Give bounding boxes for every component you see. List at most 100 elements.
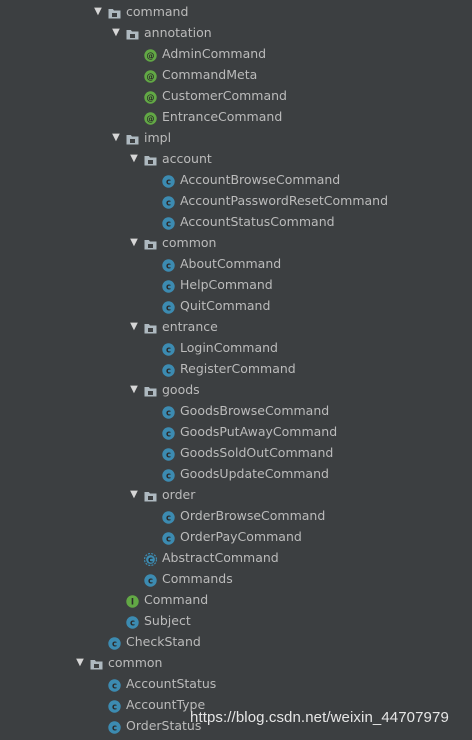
expand-arrow-icon[interactable]: ▼ [128, 232, 140, 253]
tree-item-label: AccountBrowseCommand [180, 172, 341, 187]
tree-row-account[interactable]: ▼ account [0, 148, 472, 169]
svg-text:@: @ [147, 115, 155, 124]
svg-text:c: c [166, 367, 171, 377]
tree-item-label: OrderPayCommand [180, 529, 302, 544]
tree-item-label: annotation [144, 25, 212, 40]
expand-arrow-icon[interactable]: ▼ [128, 379, 140, 400]
tree-row-common[interactable]: ▼ common [0, 232, 472, 253]
tree-row-common[interactable]: ▼ common [0, 652, 472, 673]
tree-item-label: CustomerCommand [162, 88, 287, 103]
class-icon: c [162, 509, 175, 524]
tree-item-label: HelpCommand [180, 277, 273, 292]
expand-arrow-icon[interactable]: ▼ [110, 127, 122, 148]
tree-row-goods-sold-out-command[interactable]: c GoodsSoldOutCommand [0, 442, 472, 463]
svg-text:c: c [166, 472, 171, 482]
tree-row-goods-put-away-command[interactable]: c GoodsPutAwayCommand [0, 421, 472, 442]
tree-row-goods-browse-command[interactable]: c GoodsBrowseCommand [0, 400, 472, 421]
tree-row-subject[interactable]: c Subject [0, 610, 472, 631]
tree-row-quit-command[interactable]: c QuitCommand [0, 295, 472, 316]
class-icon: c [162, 530, 175, 545]
class-icon: c [108, 635, 121, 650]
tree-item-label: GoodsSoldOutCommand [180, 445, 334, 460]
tree-item-label: OrderBrowseCommand [180, 508, 326, 523]
tree-item-label: CommandMeta [162, 67, 258, 82]
tree-row-goods[interactable]: ▼ goods [0, 379, 472, 400]
svg-text:I: I [131, 598, 134, 608]
tree-row-login-command[interactable]: c LoginCommand [0, 337, 472, 358]
tree-item-label: goods [162, 382, 200, 397]
tree-row-about-command[interactable]: c AboutCommand [0, 253, 472, 274]
expand-arrow-icon[interactable]: ▼ [128, 148, 140, 169]
tree-row-check-stand[interactable]: c CheckStand [0, 631, 472, 652]
tree-row-help-command[interactable]: c HelpCommand [0, 274, 472, 295]
tree-row-admin-command[interactable]: @ AdminCommand [0, 43, 472, 64]
tree-item-label: Commands [162, 571, 233, 586]
annotation-icon: @ [144, 68, 157, 83]
tree-row-commands[interactable]: c Commands [0, 568, 472, 589]
tree-item-label: GoodsUpdateCommand [180, 466, 329, 481]
expand-arrow-icon[interactable]: ▼ [128, 316, 140, 337]
svg-text:c: c [148, 577, 153, 587]
svg-text:c: c [130, 619, 135, 629]
tree-item-label: EntranceCommand [162, 109, 283, 124]
package-icon [144, 488, 157, 502]
svg-text:c: c [166, 283, 171, 293]
tree-item-label: GoodsPutAwayCommand [180, 424, 338, 439]
expand-arrow-icon[interactable]: ▼ [128, 484, 140, 505]
svg-text:c: c [166, 535, 171, 545]
tree-row-order-browse-command[interactable]: c OrderBrowseCommand [0, 505, 472, 526]
tree-row-command[interactable]: ▼ command [0, 1, 472, 22]
class-icon: c [162, 194, 175, 209]
tree-row-entrance[interactable]: ▼ entrance [0, 316, 472, 337]
tree-row-order[interactable]: ▼ order [0, 484, 472, 505]
tree-item-label: Subject [144, 613, 191, 628]
tree-item-label: account [162, 151, 212, 166]
svg-text:@: @ [147, 94, 155, 103]
tree-row-account-password-reset-command[interactable]: c AccountPasswordResetCommand [0, 190, 472, 211]
annotation-icon: @ [144, 89, 157, 104]
class-icon: c [108, 719, 121, 734]
svg-text:c: c [166, 451, 171, 461]
tree-row-account-browse-command[interactable]: c AccountBrowseCommand [0, 169, 472, 190]
tree-item-label: AccountPasswordResetCommand [180, 193, 389, 208]
tree-row-account-status-command[interactable]: c AccountStatusCommand [0, 211, 472, 232]
svg-text:c: c [166, 199, 171, 209]
tree-item-label: common [162, 235, 217, 250]
svg-text:c: c [166, 514, 171, 524]
tree-item-label: AccountStatusCommand [180, 214, 335, 229]
tree-row-command[interactable]: I Command [0, 589, 472, 610]
tree-row-command-meta[interactable]: @ CommandMeta [0, 64, 472, 85]
class-icon: c [162, 278, 175, 293]
tree-row-account-status[interactable]: c AccountStatus [0, 673, 472, 694]
class-icon: c [162, 404, 175, 419]
expand-arrow-icon[interactable]: ▼ [110, 22, 122, 43]
tree-item-label: RegisterCommand [180, 361, 296, 376]
class-icon: c [162, 173, 175, 188]
svg-text:c: c [166, 409, 171, 419]
tree-item-label: AdminCommand [162, 46, 267, 61]
tree-row-register-command[interactable]: c RegisterCommand [0, 358, 472, 379]
package-icon [126, 131, 139, 145]
expand-arrow-icon[interactable]: ▼ [92, 1, 104, 22]
svg-text:c: c [166, 430, 171, 440]
package-icon [108, 5, 121, 19]
tree-row-annotation[interactable]: ▼ annotation [0, 22, 472, 43]
tree-row-goods-update-command[interactable]: c GoodsUpdateCommand [0, 463, 472, 484]
package-icon [144, 236, 157, 250]
svg-text:c: c [112, 703, 117, 713]
tree-item-label: common [108, 655, 163, 670]
package-icon [126, 26, 139, 40]
tree-row-customer-command[interactable]: @ CustomerCommand [0, 85, 472, 106]
tree-row-abstract-command[interactable]: c AbstractCommand [0, 547, 472, 568]
tree-item-label: CheckStand [126, 634, 201, 649]
class-icon: c [162, 299, 175, 314]
tree-item-label: impl [144, 130, 172, 145]
project-tree: ▼ command ▼ annotation @ AdminCommand @ Command… [0, 0, 472, 740]
tree-row-entrance-command[interactable]: @ EntranceCommand [0, 106, 472, 127]
expand-arrow-icon[interactable]: ▼ [74, 652, 86, 673]
tree-row-order-pay-command[interactable]: c OrderPayCommand [0, 526, 472, 547]
tree-item-label: AbstractCommand [162, 550, 279, 565]
svg-text:c: c [166, 262, 171, 272]
svg-text:c: c [148, 556, 153, 566]
tree-row-impl[interactable]: ▼ impl [0, 127, 472, 148]
